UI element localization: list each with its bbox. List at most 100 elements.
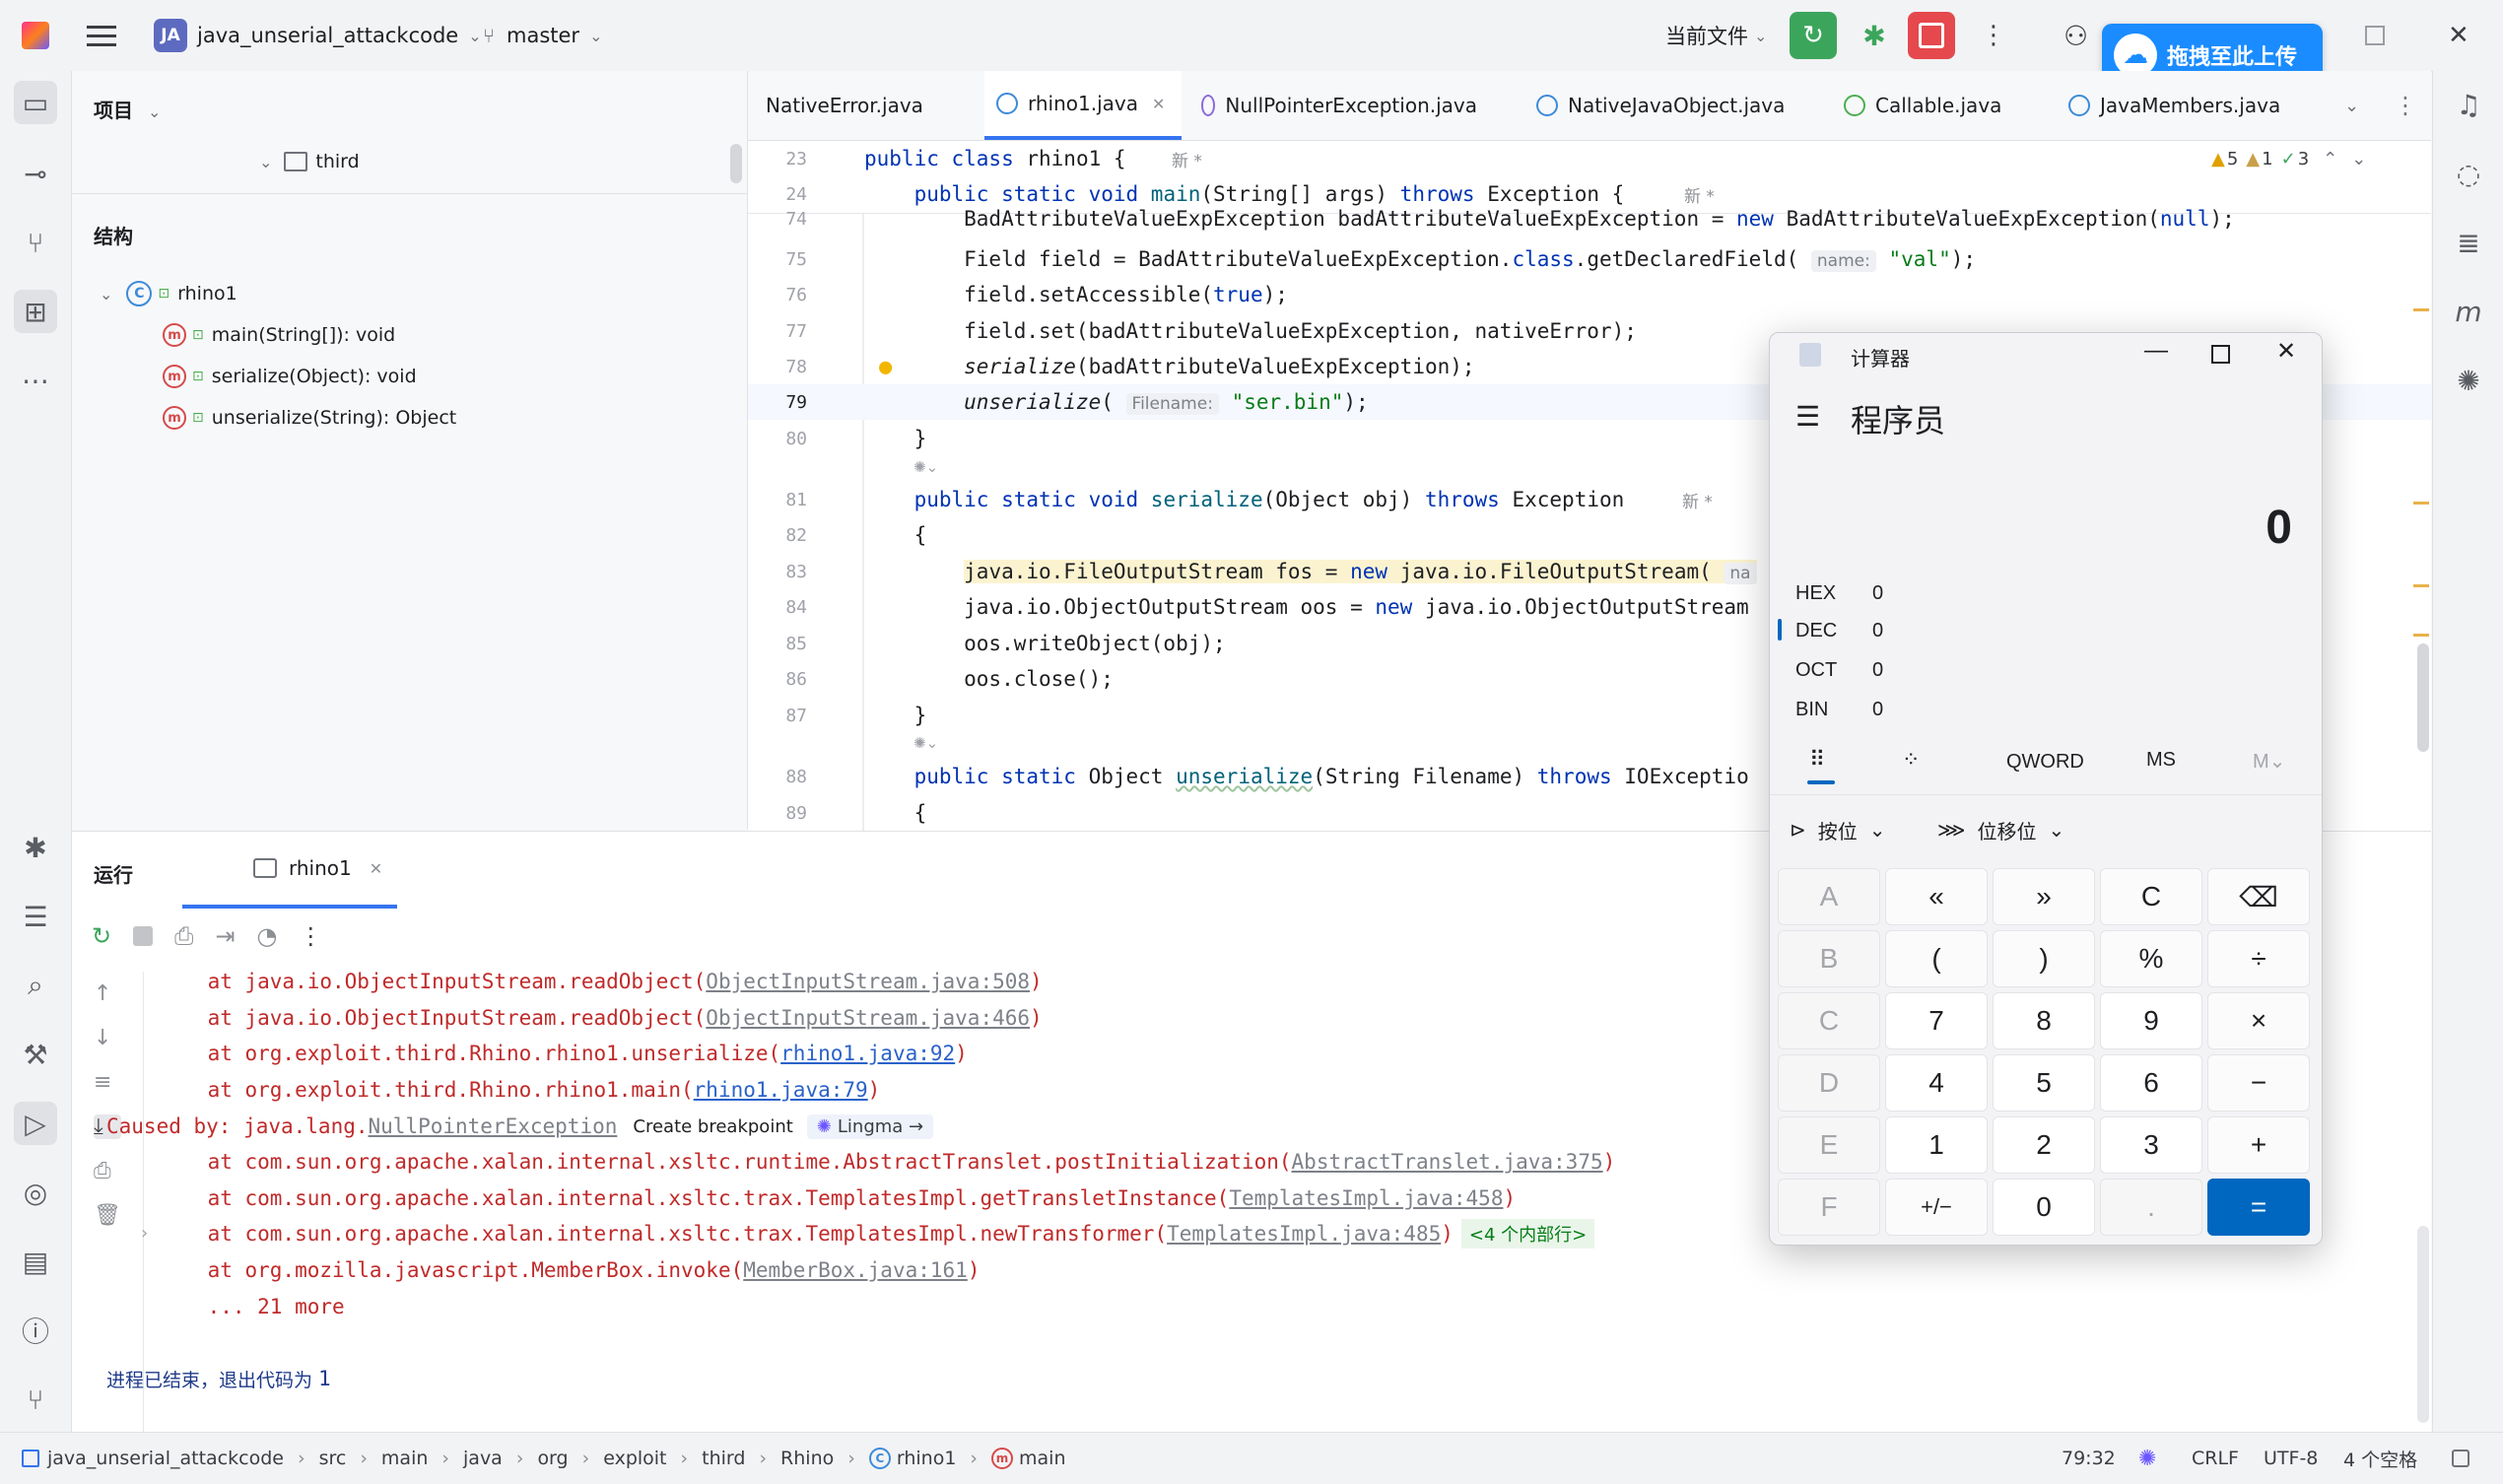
branch-selector[interactable]: ⑂ master ⌄ — [483, 0, 602, 71]
calc-key-rshift[interactable]: » — [1993, 868, 2095, 925]
file-encoding[interactable]: UTF-8 — [2264, 1433, 2318, 1484]
bitshift-dropdown[interactable]: ⋙ 位移位 ⌄ — [1937, 816, 2064, 844]
base-row-bin[interactable]: BIN 0 — [1795, 692, 1883, 727]
rerun-icon[interactable]: ↻ — [92, 922, 111, 950]
calc-key-4[interactable]: 4 — [1885, 1054, 1988, 1112]
bit-toggle-keypad-icon[interactable]: ⁘ — [1902, 747, 1920, 773]
calc-key-negate[interactable]: +/− — [1885, 1179, 1988, 1236]
problems-tool-icon[interactable]: ⓘ — [14, 1309, 57, 1352]
calc-maximize-icon[interactable] — [2211, 345, 2230, 364]
breadcrumb-item[interactable]: src — [319, 1448, 347, 1469]
memory-menu-button[interactable]: M⌄ — [2253, 749, 2285, 774]
calc-key-plus[interactable]: + — [2207, 1116, 2310, 1174]
stop-button[interactable] — [1908, 0, 1955, 71]
calc-key-8[interactable]: 8 — [1993, 992, 2095, 1049]
calc-key-backspace[interactable]: ⌫ — [2207, 868, 2310, 925]
folded-lines-button[interactable]: <4 个内部行> — [1460, 1219, 1595, 1248]
more-actions-icon[interactable]: ⋮ — [1981, 0, 2006, 71]
calc-key-b[interactable]: B — [1778, 930, 1880, 987]
console-link[interactable]: rhino1.java:79 — [694, 1078, 868, 1102]
calc-key-clear[interactable]: C — [2100, 868, 2202, 925]
breadcrumb-item[interactable]: third — [702, 1448, 745, 1469]
lingma-status-icon[interactable]: ✺ — [2138, 1433, 2156, 1484]
breadcrumb-item[interactable]: Rhino — [780, 1448, 834, 1469]
structure-method[interactable]: m ⊡ main(String[]): void — [163, 315, 395, 355]
console-link[interactable]: TemplatesImpl.java:458 — [1229, 1186, 1503, 1210]
calc-key-f[interactable]: F — [1778, 1179, 1880, 1236]
arrow-up-icon[interactable]: ↑ — [94, 981, 121, 1006]
settings-gauge-icon[interactable]: ◔ — [256, 922, 277, 950]
calc-key-7[interactable]: 7 — [1885, 992, 1988, 1049]
editor-scrollbar[interactable] — [2417, 643, 2429, 752]
tab-nativejavaobject[interactable]: NativeJavaObject.java — [1536, 71, 1793, 140]
tab-nativeerror[interactable]: NativeError.java — [766, 71, 953, 140]
debug-tool-icon[interactable]: ✱ — [14, 826, 57, 869]
tabs-overflow-chevron-icon[interactable]: ⌄ — [2344, 71, 2374, 140]
calc-key-e[interactable]: E — [1778, 1116, 1880, 1174]
close-icon[interactable]: ✕ — [370, 859, 382, 878]
calc-key-5[interactable]: 5 — [1993, 1054, 2095, 1112]
breadcrumb-item[interactable]: java — [463, 1448, 503, 1469]
base-row-oct[interactable]: OCT 0 — [1795, 652, 1883, 688]
export-icon[interactable]: ⇥ — [215, 922, 235, 950]
build-hammer-icon[interactable]: ⚒ — [14, 1033, 57, 1076]
structure-tool-icon[interactable]: ⊞ — [14, 290, 57, 333]
services-tool-icon[interactable]: ◎ — [14, 1171, 57, 1214]
calc-key-a[interactable]: A — [1778, 868, 1880, 925]
window-maximize-icon[interactable] — [2365, 0, 2385, 71]
cursor-position[interactable]: 79:32 — [2062, 1433, 2116, 1484]
calc-key-rparen[interactable]: ) — [1993, 930, 2095, 987]
calc-key-0[interactable]: 0 — [1993, 1179, 2095, 1236]
run-tab-rhino1[interactable]: rhino1 ✕ — [182, 832, 397, 909]
calc-key-6[interactable]: 6 — [2100, 1054, 2202, 1112]
chevron-down-icon[interactable]: ⌄ — [2351, 149, 2366, 169]
inspection-widget[interactable]: ▲ 5 ▲ 1 ✓ 3 ⌃ ⌄ — [2211, 149, 2366, 169]
calc-menu-icon[interactable]: ☰ — [1795, 400, 1820, 433]
chevron-up-icon[interactable]: ⌃ — [2323, 149, 2337, 169]
word-size-button[interactable]: QWORD — [2006, 751, 2084, 774]
calc-key-percent[interactable]: % — [2100, 930, 2202, 987]
tab-javamembers[interactable]: JavaMembers.java — [2068, 71, 2305, 140]
tab-rhino1[interactable]: rhino1.java ✕ — [984, 71, 1182, 140]
database-icon[interactable]: ≣ — [2447, 221, 2490, 264]
calc-key-lparen[interactable]: ( — [1885, 930, 1988, 987]
calc-close-icon[interactable]: ✕ — [2276, 337, 2296, 366]
camera-icon[interactable]: ⎙ — [174, 922, 193, 950]
calc-key-lshift[interactable]: « — [1885, 868, 1988, 925]
ai-gutter-icon[interactable]: ✺⌄ — [913, 458, 938, 476]
calc-key-c[interactable]: C — [1778, 992, 1880, 1049]
rerun-button[interactable]: ↻ — [1790, 0, 1837, 71]
line-separator[interactable]: CRLF — [2192, 1433, 2239, 1484]
full-keypad-icon[interactable]: ⠿ — [1809, 747, 1825, 773]
console-link[interactable]: NullPointerException — [369, 1114, 618, 1138]
tab-callable[interactable]: Callable.java — [1844, 71, 2031, 140]
breadcrumb-item[interactable]: rhino1 — [897, 1448, 957, 1469]
base-row-dec[interactable]: DEC 0 — [1795, 613, 1883, 648]
console-scrollbar[interactable] — [2417, 1226, 2429, 1423]
close-icon[interactable]: ✕ — [1152, 95, 1165, 113]
todo-tool-icon[interactable]: ☰ — [14, 895, 57, 938]
project-panel-header[interactable]: 项目 ⌄ — [94, 95, 161, 123]
breadcrumb-item[interactable]: org — [537, 1448, 568, 1469]
console-link[interactable]: ObjectInputStream.java:466 — [706, 1006, 1030, 1030]
structure-method[interactable]: m ⊡ serialize(Object): void — [163, 357, 417, 396]
breadcrumb-item[interactable]: java_unserial_attackcode — [47, 1448, 284, 1469]
ai-gutter-icon[interactable]: ✺⌄ — [913, 734, 938, 752]
console-link[interactable]: ObjectInputStream.java:508 — [706, 970, 1030, 993]
pull-requests-icon[interactable]: ⑂ — [14, 221, 57, 264]
calc-key-minus[interactable]: − — [2207, 1054, 2310, 1112]
breadcrumb-item[interactable]: exploit — [603, 1448, 666, 1469]
create-breakpoint-button[interactable]: Create breakpoint — [625, 1114, 800, 1139]
calc-key-equals[interactable]: = — [2207, 1179, 2310, 1236]
calc-key-1[interactable]: 1 — [1885, 1116, 1988, 1174]
console-link[interactable]: MemberBox.java:161 — [743, 1258, 968, 1282]
breadcrumb-item[interactable]: main — [1019, 1448, 1065, 1469]
calc-key-decimal[interactable]: . — [2100, 1179, 2202, 1236]
calc-key-9[interactable]: 9 — [2100, 992, 2202, 1049]
trash-icon[interactable]: 🗑 — [94, 1203, 121, 1228]
console-link[interactable]: AbstractTranslet.java:375 — [1292, 1150, 1603, 1174]
base-row-hex[interactable]: HEX 0 — [1795, 575, 1883, 611]
run-config-selector[interactable]: 当前文件 ⌄ — [1665, 0, 1767, 71]
indent-setting[interactable]: 4 个空格 — [2343, 1433, 2417, 1484]
add-user-icon[interactable]: ⚇ — [2063, 0, 2088, 71]
